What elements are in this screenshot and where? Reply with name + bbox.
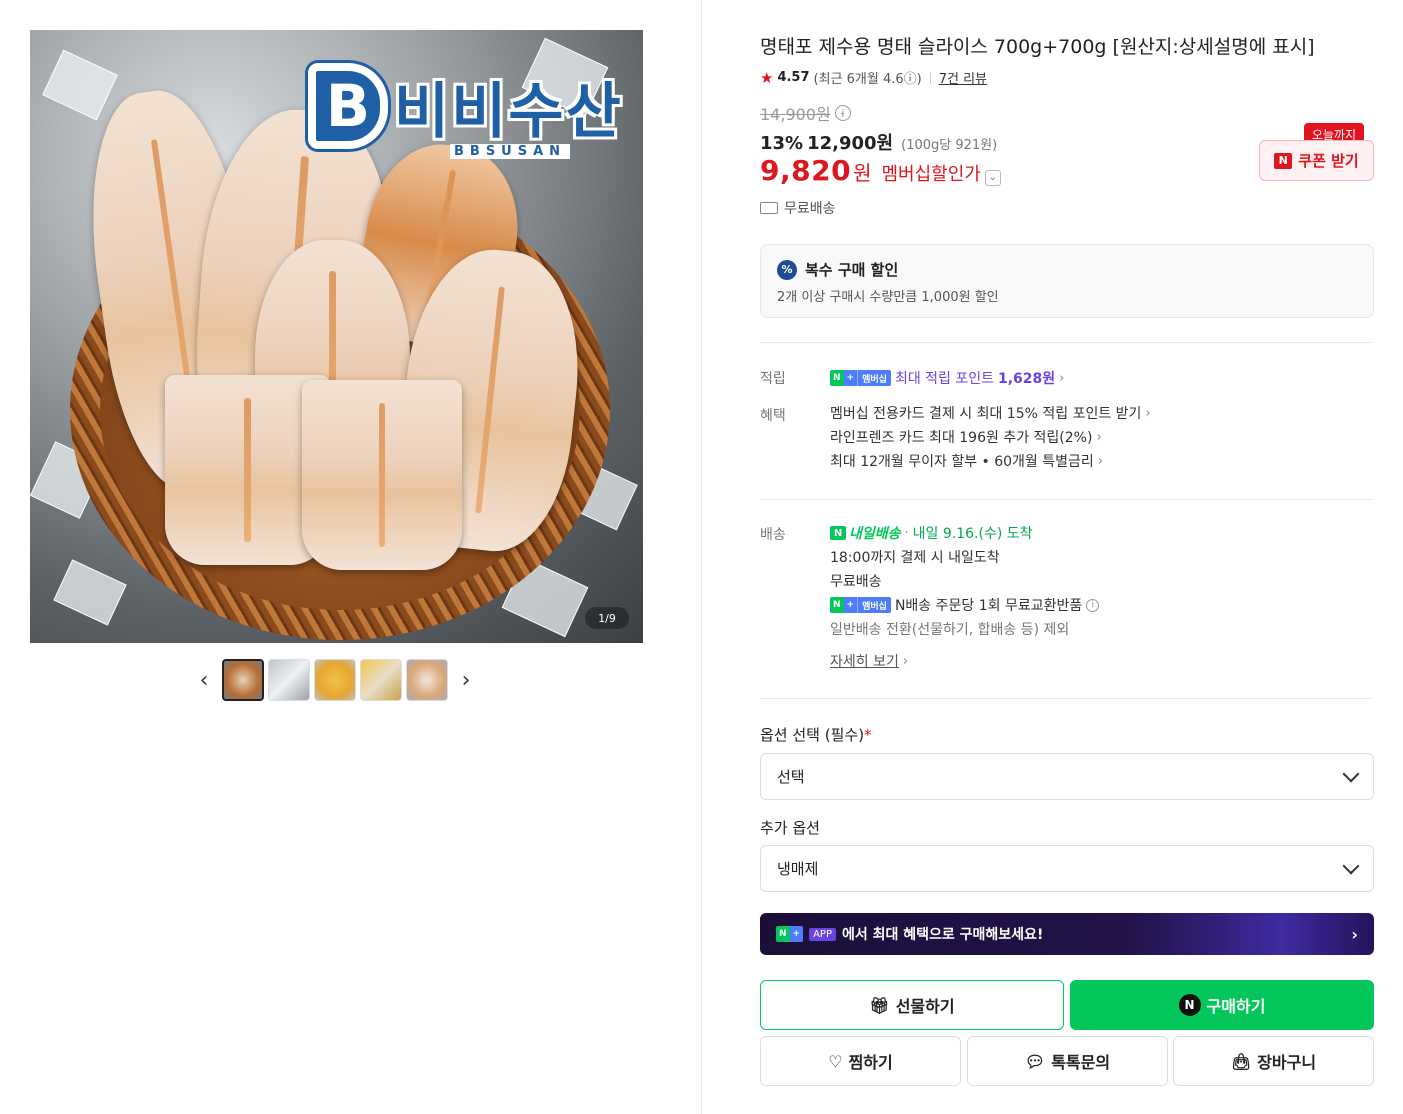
- n-delivery-badge: N 내일배송: [830, 523, 901, 543]
- chevron-right-icon: ›: [1351, 924, 1358, 944]
- sale-price-row: 13% 12,900원 (100g당 921원): [760, 129, 997, 155]
- heart-icon: ♡: [828, 1051, 843, 1071]
- rating-row: ★ 4.57 (최근 6개월 4.6ⓘ) 7건 리뷰: [760, 68, 987, 88]
- chevron-right-icon: ›: [1097, 453, 1103, 469]
- chevron-right-icon: ›: [1096, 429, 1102, 445]
- column-divider: [701, 0, 702, 1114]
- delivery-exception: 일반배송 전환(선물하기, 합배송 등) 제외: [830, 622, 1070, 638]
- discount-percent: 13%: [760, 133, 804, 154]
- naver-pay-icon: N: [1178, 994, 1201, 1016]
- separator: [929, 71, 931, 84]
- delivery-more-link[interactable]: 자세히 보기 ›: [830, 649, 1099, 673]
- option-select[interactable]: 선택: [760, 753, 1374, 800]
- option-label-required: 옵션 선택 (필수)*: [760, 726, 872, 744]
- points-value: 1,628원: [998, 371, 1056, 387]
- thumbnail-2[interactable]: [268, 659, 310, 701]
- chat-bubble-icon: 💬︎: [1024, 1051, 1046, 1071]
- delivery-label: 배송: [760, 527, 786, 543]
- perks-list: 멤버십 전용카드 결제 시 최대 15% 적립 포인트 받기 › 라인프렌즈 카드…: [830, 401, 1151, 473]
- naver-n-icon: N: [1274, 152, 1293, 169]
- product-page: B 비비수산 BBSUSAN 1/9 ‹ › 명태포 제수용 명태 슬라이스 7…: [0, 0, 1403, 1114]
- multi-discount-desc: 2개 이상 구매시 수량만큼 1,000원 할인: [777, 290, 999, 305]
- divider: [760, 342, 1374, 343]
- free-exchange-text: N배송 주문당 1회 무료교환반품: [894, 598, 1083, 614]
- buy-button[interactable]: N 구매하기: [1070, 980, 1374, 1030]
- delivery-free: 무료배송: [830, 574, 882, 590]
- membership-price: 9,820: [760, 154, 852, 187]
- additional-option-value: 냉매제: [777, 860, 819, 878]
- brand-logo-mark: B: [308, 63, 388, 149]
- wishlist-button[interactable]: ♡ 찜하기: [760, 1036, 961, 1086]
- naver-plus-badge: N +: [776, 926, 804, 942]
- chevron-down-icon: [1342, 765, 1360, 782]
- brand-logo-subtext: BBSUSAN: [450, 144, 571, 159]
- app-badge: APP: [809, 927, 836, 941]
- original-price: 14,900원: [760, 105, 831, 124]
- thumbnail-1[interactable]: [222, 659, 264, 701]
- shopping-bag-icon: 👜︎: [1230, 1051, 1252, 1071]
- points-text: 최대 적립 포인트: [894, 371, 994, 387]
- delivery-cutoff: 18:00까지 결제 시 내일도착: [830, 550, 1000, 566]
- chevron-down-icon: [1342, 857, 1360, 874]
- reviews-link[interactable]: 7건 리뷰: [939, 68, 987, 87]
- banner-text: 에서 최대 혜택으로 구매해보세요!: [842, 927, 1044, 943]
- image-counter: 1/9: [585, 607, 629, 629]
- info-icon[interactable]: i: [1086, 598, 1100, 612]
- star-icon: ★: [760, 68, 774, 87]
- coupon-label: 쿠폰 받기: [1298, 152, 1359, 170]
- cart-button[interactable]: 👜︎ 장바구니: [1173, 1036, 1374, 1086]
- membership-price-label: 멤버십할인가: [881, 164, 981, 185]
- next-image-button[interactable]: ›: [452, 659, 480, 701]
- gift-icon: 🎁︎: [869, 995, 890, 1015]
- arrival-date: 내일 9.16.(수) 도착: [912, 526, 1033, 542]
- multi-discount-title: 복수 구매 할인: [805, 261, 899, 279]
- thumbnail-strip: ‹ ›: [190, 659, 480, 701]
- divider: [760, 499, 1374, 500]
- chevron-right-icon: ›: [1059, 370, 1065, 386]
- chevron-right-icon: ›: [1145, 405, 1151, 421]
- multi-purchase-discount: % 복수 구매 할인 2개 이상 구매시 수량만큼 1,000원 할인: [760, 244, 1374, 318]
- product-title: 명태포 제수용 명태 슬라이스 700g+700g [원산지:상세설명에 표시]: [760, 36, 1315, 58]
- additional-option-select[interactable]: 냉매제: [760, 845, 1374, 892]
- brand-logo: B 비비수산 BBSUSAN: [308, 58, 623, 159]
- thumbnail-5[interactable]: [406, 659, 448, 701]
- truck-icon: [760, 202, 778, 214]
- brand-logo-text: 비비수산: [394, 76, 623, 147]
- free-shipping: 무료배송: [760, 198, 836, 218]
- sale-price: 12,900원: [807, 133, 894, 154]
- perk-item[interactable]: 최대 12개월 무이자 할부 • 60개월 특별금리 ›: [830, 449, 1151, 473]
- chevron-left-icon: ‹: [199, 667, 209, 693]
- perks-label: 혜택: [760, 408, 786, 424]
- gift-button[interactable]: 🎁︎ 선물하기: [760, 980, 1064, 1030]
- naver-plus-membership-badge: N + 멤버십: [830, 370, 891, 386]
- points-row[interactable]: N + 멤버십 최대 적립 포인트 1,628원 ›: [830, 366, 1064, 390]
- app-promo-banner[interactable]: N + APP 에서 최대 혜택으로 구매해보세요! ›: [760, 913, 1374, 955]
- chevron-right-icon: ›: [902, 653, 909, 669]
- original-price-row: 14,900원 i: [760, 101, 851, 125]
- talktalk-inquiry-button[interactable]: 💬︎ 톡톡문의: [967, 1036, 1168, 1086]
- rating-score: 4.57: [777, 70, 810, 85]
- naver-plus-membership-badge: N + 멤버십: [830, 597, 891, 613]
- rating-recent[interactable]: (최근 6개월 4.6ⓘ): [814, 68, 922, 87]
- coupon-button[interactable]: N 쿠폰 받기: [1259, 140, 1374, 181]
- membership-price-unit: 원: [853, 161, 872, 185]
- product-main-image[interactable]: B 비비수산 BBSUSAN 1/9: [30, 30, 643, 643]
- free-shipping-label: 무료배송: [784, 201, 836, 217]
- membership-price-row[interactable]: 9,820 원 멤버십할인가 ⌄: [760, 154, 1001, 187]
- points-label: 적립: [760, 371, 786, 387]
- prev-image-button[interactable]: ‹: [190, 659, 218, 701]
- thumbnail-4[interactable]: [360, 659, 402, 701]
- additional-option-label: 추가 옵션: [760, 819, 820, 837]
- unit-price: (100g당 921원): [901, 138, 998, 153]
- perk-item[interactable]: 라인프렌즈 카드 최대 196원 추가 적립(2%) ›: [830, 425, 1151, 449]
- delivery-info: N 내일배송 · 내일 9.16.(수) 도착 18:00까지 결제 시 내일도착…: [830, 521, 1100, 673]
- thumbnail-3[interactable]: [314, 659, 356, 701]
- percent-icon: %: [777, 259, 797, 280]
- perk-item[interactable]: 멤버십 전용카드 결제 시 최대 15% 적립 포인트 받기 ›: [830, 401, 1151, 425]
- option-select-value: 선택: [777, 768, 805, 786]
- divider: [760, 698, 1374, 699]
- chevron-right-icon: ›: [461, 667, 471, 693]
- chevron-down-icon[interactable]: ⌄: [984, 169, 1001, 186]
- info-icon[interactable]: i: [834, 105, 851, 121]
